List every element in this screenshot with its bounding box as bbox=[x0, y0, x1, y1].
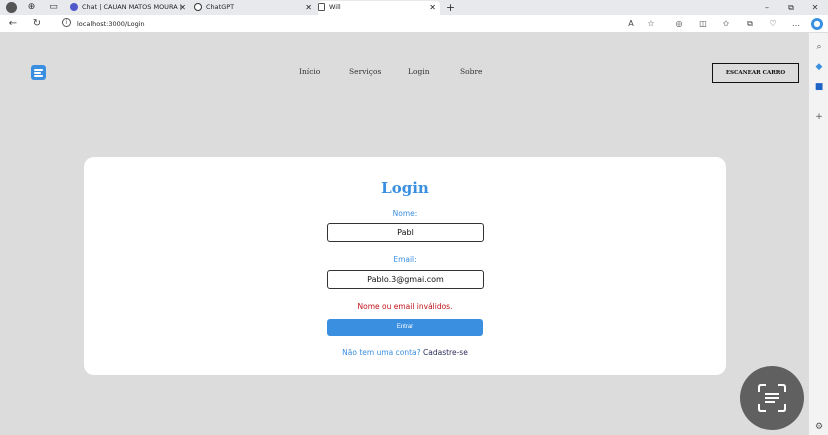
close-window-button[interactable]: ✕ bbox=[808, 1, 822, 14]
profile-avatar-icon[interactable] bbox=[6, 2, 17, 13]
visual-search-icon bbox=[758, 384, 786, 412]
extension-icon[interactable]: ◎ bbox=[673, 18, 685, 30]
tab-teams-chat[interactable]: Chat | CAUAN MATOS MOURA | ✕ bbox=[70, 1, 190, 15]
page-icon bbox=[318, 3, 325, 11]
nav-link-inicio[interactable]: Início bbox=[299, 67, 320, 77]
close-tab-icon[interactable]: ✕ bbox=[305, 1, 312, 14]
browser-essentials-icon[interactable]: ♡ bbox=[767, 18, 779, 30]
workspaces-icon[interactable]: ⊕ bbox=[26, 2, 37, 13]
name-input[interactable]: Pabl bbox=[327, 223, 484, 242]
maximize-button[interactable]: ⧉ bbox=[784, 1, 798, 14]
browser-sidebar: ⌕ ◆ ■ + ⚙ bbox=[808, 33, 828, 435]
split-screen-icon[interactable]: ◫ bbox=[697, 18, 709, 30]
url-field[interactable]: localhost:3000/Login bbox=[77, 19, 145, 29]
shopping-icon[interactable]: ◆ bbox=[813, 61, 825, 73]
email-label: Email: bbox=[393, 255, 417, 264]
close-tab-icon[interactable]: ✕ bbox=[179, 1, 186, 14]
nav-link-servicos[interactable]: Serviços bbox=[349, 67, 381, 77]
outlook-icon[interactable]: ■ bbox=[813, 81, 825, 93]
search-icon[interactable]: ⌕ bbox=[813, 41, 825, 53]
name-label: Nome: bbox=[392, 209, 418, 218]
signup-question: Não tem uma conta? bbox=[342, 348, 421, 357]
tab-title: Will bbox=[329, 3, 341, 11]
tab-actions-icon[interactable]: ▭ bbox=[48, 2, 59, 13]
minimize-button[interactable]: – bbox=[760, 1, 774, 14]
favorite-star-icon[interactable]: ☆ bbox=[645, 18, 657, 30]
address-bar-row: ← ↻ i localhost:3000/Login A ☆ ◎ ◫ ✩ ⧉ ♡… bbox=[0, 15, 828, 33]
read-aloud-icon[interactable]: A bbox=[625, 18, 637, 30]
tab-chatgpt[interactable]: ChatGPT ✕ bbox=[194, 1, 316, 15]
chatgpt-icon bbox=[194, 3, 202, 11]
collections-icon[interactable]: ⧉ bbox=[744, 18, 756, 30]
nav-link-sobre[interactable]: Sobre bbox=[460, 67, 482, 77]
favorites-icon[interactable]: ✩ bbox=[720, 18, 732, 30]
close-tab-icon[interactable]: ✕ bbox=[429, 1, 436, 14]
login-title: Login bbox=[381, 179, 429, 197]
tab-will[interactable]: Will ✕ bbox=[318, 1, 440, 15]
nav-link-login[interactable]: Login bbox=[408, 67, 430, 77]
tab-title: ChatGPT bbox=[206, 3, 235, 11]
back-icon[interactable]: ← bbox=[6, 17, 20, 31]
signup-link[interactable]: Cadastre-se bbox=[423, 348, 468, 357]
page-content: Início Serviços Login Sobre ESCANEAR CAR… bbox=[0, 34, 808, 435]
browser-tab-bar: ⊕ ▭ Chat | CAUAN MATOS MOURA | ✕ ChatGPT… bbox=[0, 0, 828, 15]
signup-prompt: Não tem uma conta? Cadastre-se bbox=[84, 348, 726, 357]
refresh-icon[interactable]: ↻ bbox=[30, 17, 44, 31]
add-sidebar-app-icon[interactable]: + bbox=[813, 111, 825, 123]
copilot-icon[interactable]: ● bbox=[811, 18, 823, 30]
site-logo-icon[interactable] bbox=[31, 65, 46, 80]
email-input[interactable]: Pablo.3@gmai.com bbox=[327, 270, 484, 289]
new-tab-button[interactable]: + bbox=[445, 2, 456, 13]
visual-search-button[interactable] bbox=[740, 366, 804, 430]
submit-button[interactable]: Entrar bbox=[327, 319, 483, 336]
teams-icon bbox=[70, 3, 78, 11]
scan-car-button[interactable]: ESCANEAR CARRO bbox=[712, 63, 799, 83]
login-card: Login Nome: Pabl Email: Pablo.3@gmai.com… bbox=[84, 157, 726, 375]
site-info-icon[interactable]: i bbox=[62, 18, 71, 27]
tab-title: Chat | CAUAN MATOS MOURA | bbox=[82, 3, 182, 11]
more-options-icon[interactable]: … bbox=[790, 18, 802, 30]
error-message: Nome ou email inválidos. bbox=[357, 302, 453, 311]
sidebar-settings-icon[interactable]: ⚙ bbox=[813, 421, 825, 433]
